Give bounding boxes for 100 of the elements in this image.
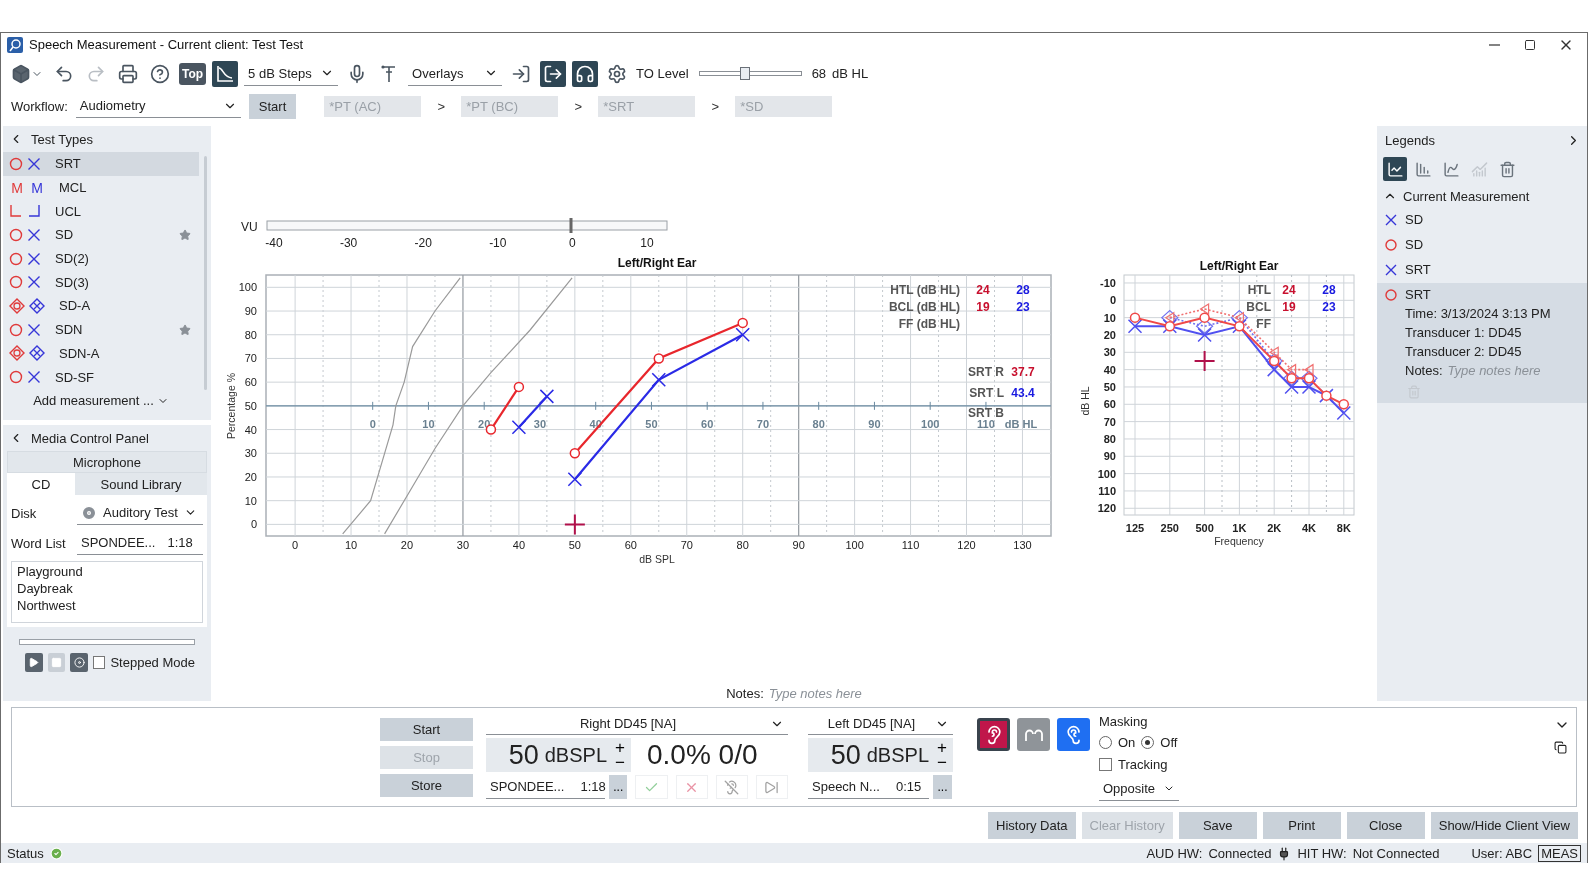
media-tab[interactable]: CD xyxy=(7,473,75,495)
axis-tick-label: 20 xyxy=(244,470,257,483)
level-value: 68 xyxy=(811,66,827,81)
media-tab[interactable]: Sound Library xyxy=(75,473,207,495)
vu-scale-label: 10 xyxy=(640,236,654,250)
axis-tick-label: 120 xyxy=(957,539,976,551)
vu-scale-label: 0 xyxy=(569,236,576,250)
workflow-select[interactable]: Audiometry xyxy=(75,94,241,118)
summary-label: FF xyxy=(1256,317,1271,331)
test-type-item[interactable]: UCL xyxy=(3,199,199,224)
test-type-label: SD(2) xyxy=(55,251,90,267)
test-type-item[interactable]: SD(3) xyxy=(3,270,199,295)
control-button[interactable]: Store xyxy=(380,774,473,797)
axis-tick-label: 10 xyxy=(344,539,358,551)
axis-tick-label: 110 xyxy=(1098,484,1116,497)
axis-tick-label: 4K xyxy=(1301,522,1317,534)
notes-label: Notes: xyxy=(1405,362,1443,380)
test-type-label: SDN-A xyxy=(59,345,101,361)
axis-tick-label: 125 xyxy=(1125,522,1145,534)
test-type-item[interactable]: SD-SF xyxy=(3,365,199,389)
mode-indicator: MEAS xyxy=(1538,845,1581,862)
summary-value: 19 xyxy=(1282,300,1296,314)
disk-select[interactable]: Auditory Test xyxy=(77,501,203,525)
increase-button[interactable]: + xyxy=(613,740,627,755)
summary-value: 23 xyxy=(1016,300,1030,314)
test-types-header[interactable]: Test Types xyxy=(3,126,211,152)
axis-tick-label: 0 xyxy=(250,518,257,531)
dropdown-select[interactable]: 5 dB Steps xyxy=(244,61,339,86)
summary-label: FF (dB HL) xyxy=(898,317,960,331)
word-list-select[interactable]: SPONDEE... 1:18 xyxy=(77,531,203,555)
summary-value: 28 xyxy=(1016,283,1030,297)
test-type-item[interactable]: SD xyxy=(3,223,199,247)
test-type-item[interactable]: SD-A xyxy=(3,294,199,318)
word-item[interactable]: Daybreak xyxy=(17,581,197,596)
test-type-item[interactable]: M M MCL xyxy=(3,175,199,200)
symbol-letter: M xyxy=(30,179,44,196)
axis-tick-label: 500 xyxy=(1195,522,1214,534)
increase-button[interactable]: + xyxy=(935,740,949,755)
top-button[interactable]: Top xyxy=(179,62,207,85)
step-separator: > xyxy=(436,98,447,114)
test-type-item[interactable]: SDN-A xyxy=(3,341,199,366)
word-item[interactable]: Northwest xyxy=(17,598,197,613)
summary-value: 28 xyxy=(1322,283,1336,297)
transducer-select[interactable]: Left DD45 [NA] xyxy=(808,712,953,735)
transducer-select[interactable]: Right DD45 [NA] xyxy=(486,712,788,735)
axis-tick-label: 250 xyxy=(1160,522,1179,534)
decrease-button[interactable]: − xyxy=(613,755,627,770)
action-button[interactable]: Show/Hide Client View xyxy=(1430,811,1578,839)
test-type-item[interactable]: SRT xyxy=(3,152,199,176)
legend-item[interactable]: SRT xyxy=(1377,258,1587,283)
axis-tick-label: 10 xyxy=(1103,311,1116,324)
legend-item[interactable]: SD xyxy=(1377,233,1587,258)
more-button[interactable]: ... xyxy=(933,775,952,799)
more-button[interactable]: ... xyxy=(609,775,628,799)
axis-tick-label: 90 xyxy=(244,305,257,318)
test-type-item[interactable]: SDN xyxy=(3,317,199,342)
dropdown-select[interactable]: Overlays xyxy=(408,61,503,86)
axis-tick-label: 90 xyxy=(792,539,805,551)
vu-label: VU xyxy=(241,220,258,234)
legend-item[interactable]: SD xyxy=(1377,208,1587,233)
action-button[interactable]: Save xyxy=(1178,811,1257,839)
test-type-label: SD xyxy=(55,227,75,243)
summary-value: 23 xyxy=(1322,300,1336,314)
media-panel-header[interactable]: Media Control Panel xyxy=(3,425,211,451)
axis-label: Percentage % xyxy=(225,373,237,439)
summary-value: 19 xyxy=(976,300,990,314)
word-item[interactable]: Playground xyxy=(17,564,197,579)
axis-tick-label: 50 xyxy=(568,539,581,551)
axis-tick-label: 40 xyxy=(1103,363,1116,376)
axis-tick-label: 80 xyxy=(812,418,825,430)
axis-tick-label: 110 xyxy=(901,539,920,551)
axis-tick-label: 8K xyxy=(1336,522,1351,534)
axis-label: dB SPL xyxy=(639,553,675,565)
axis-tick-label: 40 xyxy=(244,423,257,436)
source-bar[interactable]: Microphone xyxy=(7,451,207,473)
action-button[interactable]: History Data xyxy=(988,811,1076,839)
axis-tick-label: 110 xyxy=(977,418,995,430)
axis-tick-label: 90 xyxy=(868,418,881,430)
control-button[interactable]: Start xyxy=(380,718,473,741)
start-button[interactable]: Start xyxy=(248,93,297,119)
test-type-item[interactable]: SD(2) xyxy=(3,246,199,271)
level-label: TO Level xyxy=(636,66,689,81)
word-list-box[interactable]: Playground Daybreak Northwest xyxy=(11,561,203,623)
decrease-button[interactable]: − xyxy=(935,755,949,770)
aud-hw-label: AUD HW: xyxy=(1146,846,1203,861)
legends-title: Legends xyxy=(1385,132,1435,148)
axis-tick-label: 0 xyxy=(369,418,376,430)
summary-value: 24 xyxy=(1282,283,1296,297)
level-number: 50 xyxy=(830,739,861,771)
action-button[interactable]: Print xyxy=(1262,811,1341,839)
group-header[interactable]: Current Measurement xyxy=(1377,184,1587,208)
masking-select[interactable]: Opposite xyxy=(1099,777,1179,801)
axis-tick-label: 0 xyxy=(292,539,299,551)
add-measurement-button[interactable]: Add measurement ... xyxy=(3,388,199,413)
symbol-letter: M xyxy=(10,179,24,196)
action-button[interactable]: Close xyxy=(1346,811,1425,839)
step-separator: > xyxy=(573,98,584,114)
vu-scale-label: -30 xyxy=(339,236,358,250)
axis-tick-label: 10 xyxy=(422,418,435,430)
user-label: User: ABC xyxy=(1471,846,1533,861)
